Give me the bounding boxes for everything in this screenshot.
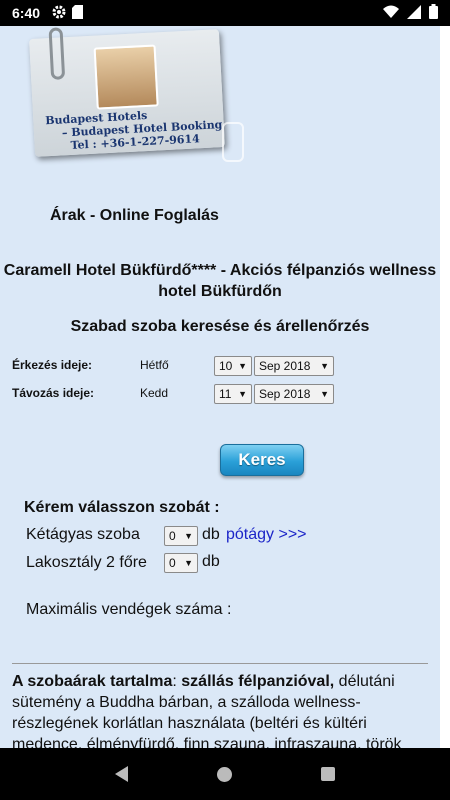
price-description: A szobaárak tartalma: szállás félpanzióv… [12,671,432,748]
room-suite-qty-select[interactable]: 0 ▼ [164,553,198,573]
dropdown-arrow-icon: ▼ [238,389,247,399]
dropdown-arrow-icon: ▼ [320,389,329,399]
departure-month-select[interactable]: Sep 2018 ▼ [254,384,334,404]
room-selection-title: Kérem válasszon szobát : [24,499,220,516]
arrival-day-select[interactable]: 10 ▼ [214,356,252,376]
room-double-qty: 0 [169,529,176,543]
status-bar: 6:40 [0,0,450,26]
price-description-sep: : [172,673,182,690]
dropdown-arrow-icon: ▼ [320,361,329,371]
hotel-booking-logo[interactable]: Budapest Hotels – Budapest Hotel Booking… [29,27,225,157]
arrival-month-value: Sep 2018 [259,359,311,373]
price-description-lead: A szobaárak tartalma [12,673,173,690]
dropdown-arrow-icon: ▼ [184,558,193,568]
max-guests-label: Maximális vendégek száma : [26,601,232,618]
android-nav-bar [0,748,450,800]
dropdown-arrow-icon: ▼ [184,531,193,541]
home-icon[interactable] [216,766,232,782]
extra-bed-link[interactable]: pótágy >>> [226,526,307,544]
paperclip-icon [48,27,66,80]
wifi-icon [383,5,399,21]
signal-icon [407,4,421,22]
back-icon[interactable] [114,766,128,782]
scroll-edge [440,26,450,748]
hotel-title: Caramell Hotel Bükfürdő**** - Akciós fél… [3,262,437,300]
departure-day: Kedd [140,386,169,400]
departure-month-value: Sep 2018 [259,387,311,401]
section-title: Árak - Online Foglalás [50,207,219,224]
room-double-unit: db [202,526,220,543]
room-suite-qty: 0 [169,556,176,570]
room-double-label: Kétágyas szoba [26,526,140,543]
page-content: Budapest Hotels – Budapest Hotel Booking… [0,26,440,748]
arrival-month-select[interactable]: Sep 2018 ▼ [254,356,334,376]
search-title: Szabad szoba keresése és árellenőrzés [70,318,370,335]
price-description-highlight: szállás félpanzióval, [181,673,335,690]
status-time: 6:40 [12,5,41,21]
room-suite-label: Lakosztály 2 főre [26,554,147,571]
departure-label: Távozás ideje: [12,386,95,400]
dropdown-arrow-icon: ▼ [238,361,247,371]
receptionist-photo [93,44,159,110]
arrival-day: Hétfő [140,358,169,372]
decorative-shape [222,122,244,162]
gear-icon [52,5,66,22]
divider [12,663,428,664]
sd-card-icon [72,4,84,22]
room-double-qty-select[interactable]: 0 ▼ [164,526,198,546]
recent-apps-icon[interactable] [321,767,336,781]
arrival-day-value: 10 [219,359,233,373]
search-button[interactable]: Keres [220,444,304,476]
arrival-label: Érkezés ideje: [12,358,93,372]
departure-day-value: 11 [219,387,232,401]
departure-day-select[interactable]: 11 ▼ [214,384,252,404]
room-suite-unit: db [202,553,220,570]
battery-icon [429,4,438,22]
